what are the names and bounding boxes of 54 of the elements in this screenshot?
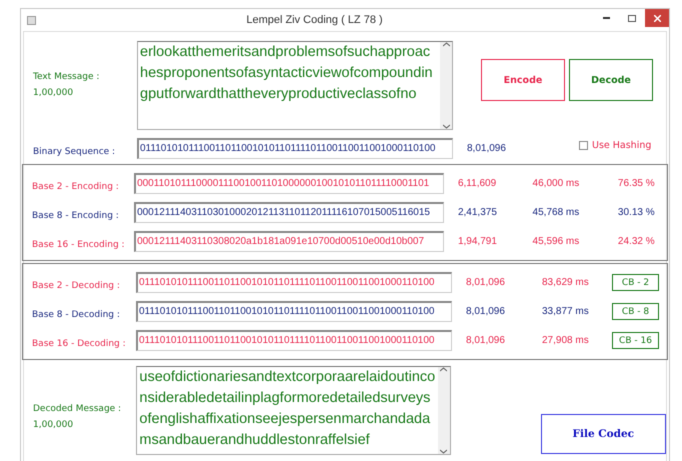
sequence-field[interactable]: 000121114031103010002012113110112011116107015005116015 bbox=[134, 202, 444, 223]
sequence-field[interactable]: 000110101110000111001001101000000100101011011110001101 bbox=[134, 173, 444, 194]
message-textarea[interactable]: useofdictionariesandtextcorporaarelaidoutinconsiderabledetailinplagformoredetailedsurveysofenglishaffixationseejespersenmarchandadamsandbauerandhuddlestonraffelsief bbox=[136, 366, 451, 455]
character-count: 1,00,000 bbox=[33, 88, 74, 98]
scroll-down-icon[interactable] bbox=[440, 449, 448, 454]
time-value: 46,000 ms bbox=[532, 178, 580, 189]
bit-count: 6,11,609 bbox=[458, 178, 498, 189]
cb-button[interactable]: CB - 2 bbox=[612, 274, 659, 291]
sequence-field[interactable]: 00012111403110308020a1b181a091e10700d00510e00d10b007 bbox=[134, 231, 444, 252]
row-label: Binary Sequence : bbox=[33, 146, 116, 156]
use-hashing-checkbox[interactable] bbox=[579, 140, 588, 150]
maximize-icon bbox=[628, 14, 636, 22]
time-value: 45,768 ms bbox=[532, 207, 580, 218]
window-title: Lempel Ziv Coding ( LZ 78 ) bbox=[245, 14, 384, 26]
time-value: 83,629 ms bbox=[542, 277, 590, 288]
scroll-down-icon[interactable] bbox=[442, 124, 450, 129]
bit-count: 8,01,096 bbox=[466, 306, 506, 317]
bit-count: 8,01,096 bbox=[466, 277, 506, 288]
minimize-icon bbox=[602, 17, 610, 19]
decoded-message-label: Decoded Message : bbox=[33, 404, 122, 414]
sequence-field[interactable]: 0111010101110011011001010110111101100110011001000110100 bbox=[136, 301, 452, 322]
close-button[interactable] bbox=[645, 9, 669, 27]
decode-button[interactable]: Decode bbox=[569, 59, 653, 101]
row-label: Base 8 - Encoding : bbox=[32, 211, 119, 221]
bit-count: 1,94,791 bbox=[458, 236, 498, 247]
row-label: Base 2 - Encoding : bbox=[32, 182, 119, 192]
cb-button[interactable]: CB - 16 bbox=[612, 332, 659, 349]
row-label: Base 2 - Decoding : bbox=[32, 281, 120, 291]
ratio-value: 30.13 % bbox=[618, 207, 656, 218]
time-value: 45,596 ms bbox=[532, 236, 580, 247]
scroll-up-icon[interactable] bbox=[442, 42, 450, 47]
close-icon bbox=[654, 14, 660, 22]
time-value: 33,877 ms bbox=[542, 306, 590, 317]
checkbox-label: Use Hashing bbox=[592, 140, 652, 150]
cb-button[interactable]: CB - 8 bbox=[612, 303, 659, 320]
row-label: Base 8 - Decoding : bbox=[32, 310, 120, 320]
row-label: Base 16 - Decoding : bbox=[32, 339, 126, 349]
ratio-value: 24.32 % bbox=[618, 236, 656, 247]
scroll-up-icon[interactable] bbox=[440, 367, 448, 372]
bit-count: 8,01,096 bbox=[467, 142, 507, 154]
time-value: 27,908 ms bbox=[542, 335, 590, 346]
text-message-label: Text Message : bbox=[33, 72, 100, 82]
sequence-field[interactable]: 0111010101110011011001010110111101100110011001000110100 bbox=[136, 272, 452, 293]
row-label: Base 16 - Encoding : bbox=[32, 240, 125, 250]
bit-count: 2,41,375 bbox=[458, 207, 498, 218]
app-icon bbox=[27, 16, 36, 24]
sequence-field[interactable]: 0111010101110011011001010110111101100110011001000110100 bbox=[136, 330, 452, 351]
bit-count: 8,01,096 bbox=[466, 335, 506, 346]
sequence-field[interactable]: 0111010101110011011001010110111101100110011001000110100 bbox=[137, 138, 453, 158]
ratio-value: 76.35 % bbox=[618, 178, 656, 189]
file-codec-button[interactable]: File Codec bbox=[540, 414, 666, 454]
encode-button[interactable]: Encode bbox=[481, 59, 565, 101]
character-count: 1,00,000 bbox=[33, 420, 74, 430]
message-textarea[interactable]: erlookatthemeritsandproblemsofsuchapproachesproponentsofasyntacticviewofcompoundingputforwardthattheveryproductiveclassofno bbox=[137, 41, 453, 130]
